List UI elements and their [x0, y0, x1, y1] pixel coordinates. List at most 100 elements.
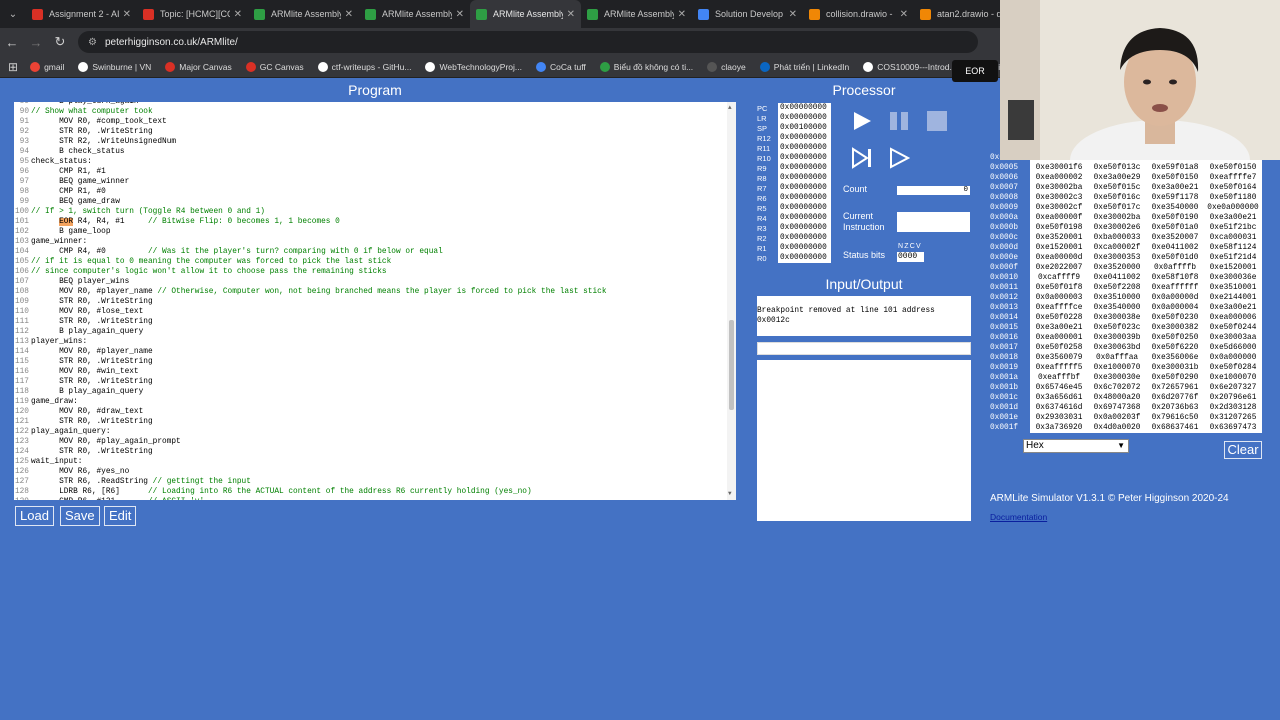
memory-cell[interactable]: 0xeaffffce — [1030, 303, 1088, 313]
memory-cell[interactable]: 0xe30002c3 — [1030, 193, 1088, 203]
memory-cell[interactable]: 0x2d303128 — [1204, 403, 1262, 413]
memory-cell[interactable]: 0xe50f0244 — [1204, 323, 1262, 333]
code-line[interactable]: 124 STR R0, .WriteString — [14, 447, 736, 457]
memory-cell[interactable]: 0x3a656d61 — [1030, 393, 1088, 403]
code-line[interactable]: 96 CMP R1, #1 — [14, 167, 736, 177]
memory-cell[interactable]: 0x68637461 — [1146, 423, 1204, 433]
apps-grid-icon[interactable]: ⊞ — [8, 60, 18, 74]
memory-cell[interactable]: 0xe3510000 — [1088, 293, 1146, 303]
memory-cell[interactable]: 0xe51f21bc — [1204, 223, 1262, 233]
memory-cell[interactable]: 0x20796e61 — [1204, 393, 1262, 403]
pause-icon[interactable] — [888, 110, 910, 132]
memory-cell[interactable]: 0xe300030e — [1088, 373, 1146, 383]
memory-cell[interactable]: 0xe3520007 — [1146, 233, 1204, 243]
line-number[interactable]: 106 — [14, 267, 31, 277]
memory-cell[interactable]: 0xe356006e — [1146, 353, 1204, 363]
code-line[interactable]: 118 B play_again_query — [14, 387, 736, 397]
stop-icon[interactable] — [926, 110, 948, 132]
line-number[interactable]: 122 — [14, 427, 31, 437]
memory-cell[interactable]: 0x4d0a0020 — [1088, 423, 1146, 433]
code-line[interactable]: 90// Show what computer took — [14, 107, 736, 117]
memory-cell[interactable]: 0xe1000070 — [1204, 373, 1262, 383]
code-line[interactable]: 105// if it is equal to 0 meaning the co… — [14, 257, 736, 267]
memory-cell[interactable]: 0xe3000382 — [1146, 323, 1204, 333]
line-number[interactable]: 123 — [14, 437, 31, 447]
memory-cell[interactable]: 0xe30001f6 — [1030, 163, 1088, 173]
code-line[interactable]: 113 player_wins: — [14, 337, 736, 347]
close-tab-icon[interactable]: ✕ — [123, 9, 131, 20]
line-number[interactable]: 107 — [14, 277, 31, 287]
code-line[interactable]: 107 BEQ player_wins — [14, 277, 736, 287]
line-number[interactable]: 126 — [14, 467, 31, 477]
close-tab-icon[interactable]: ✕ — [900, 9, 908, 20]
site-info-icon[interactable]: ⚙ — [88, 37, 97, 48]
memory-cell[interactable]: 0x0a000003 — [1030, 293, 1088, 303]
memory-cell[interactable]: 0xe30002ba — [1088, 213, 1146, 223]
code-line[interactable]: 92 STR R0, .WriteString — [14, 127, 736, 137]
memory-cell[interactable]: 0xe58f10f8 — [1146, 273, 1204, 283]
bookmark-item[interactable]: claoye — [707, 61, 746, 72]
memory-cell[interactable]: 0xe50f01f8 — [1030, 283, 1088, 293]
memory-cell[interactable]: 0x79616c50 — [1146, 413, 1204, 423]
code-line[interactable]: 94 B check_status — [14, 147, 736, 157]
close-tab-icon[interactable]: ✕ — [678, 9, 686, 20]
memory-cell[interactable]: 0xe50f0284 — [1204, 363, 1262, 373]
memory-cell[interactable]: 0xe30003aa — [1204, 333, 1262, 343]
line-number[interactable]: 111 — [14, 317, 31, 327]
save-button[interactable]: Save — [60, 506, 100, 526]
memory-cell[interactable]: 0xe50f0258 — [1030, 343, 1088, 353]
browser-tab[interactable]: ARMlite Assembly ✕ — [359, 0, 470, 28]
memory-cell[interactable]: 0x6374616d — [1030, 403, 1088, 413]
code-line[interactable]: 122 play_again_query: — [14, 427, 736, 437]
code-line[interactable]: 103 game_winner: — [14, 237, 736, 247]
memory-cell[interactable]: 0xba000033 — [1088, 233, 1146, 243]
memory-cell[interactable]: 0x63697473 — [1204, 423, 1262, 433]
memory-cell[interactable]: 0x20736b63 — [1146, 403, 1204, 413]
memory-cell[interactable]: 0x3a736920 — [1030, 423, 1088, 433]
memory-cell[interactable]: 0xe50f0150 — [1146, 173, 1204, 183]
memory-cell[interactable]: 0xe3a00e21 — [1030, 323, 1088, 333]
line-number[interactable]: 98 — [14, 187, 31, 197]
code-line[interactable]: 128 LDRB R6, [R6] // Loading into R6 the… — [14, 487, 736, 497]
memory-cell[interactable]: 0xe300038e — [1088, 313, 1146, 323]
line-number[interactable]: 99 — [14, 197, 31, 207]
code-line[interactable]: 104 CMP R4, #0 // Was it the player's tu… — [14, 247, 736, 257]
browser-tab[interactable]: collision.drawio - ✕ — [803, 0, 914, 28]
line-number[interactable]: 92 — [14, 127, 31, 137]
line-number[interactable]: 121 — [14, 417, 31, 427]
bookmark-item[interactable]: Major Canvas — [165, 61, 232, 72]
code-line[interactable]: 101 EOR R4, R4, #1 // Bitwise Flip: 0 be… — [14, 217, 736, 227]
line-number[interactable]: 94 — [14, 147, 31, 157]
memory-cell[interactable]: 0xe50f0164 — [1204, 183, 1262, 193]
line-number[interactable]: 105 — [14, 257, 31, 267]
code-line[interactable]: 106// since computer's logic won't allow… — [14, 267, 736, 277]
memory-cell[interactable]: 0xca000031 — [1204, 233, 1262, 243]
scroll-down-icon[interactable]: ▼ — [728, 489, 732, 499]
memory-cell[interactable]: 0xeafffff5 — [1030, 363, 1088, 373]
memory-cell[interactable]: 0xe50f013c — [1088, 163, 1146, 173]
bookmark-item[interactable]: Biểu đồ không có ti... — [599, 61, 693, 72]
memory-cell[interactable]: 0xe3520001 — [1030, 233, 1088, 243]
memory-cell[interactable]: 0x0a00203f — [1088, 413, 1146, 423]
scroll-thumb[interactable] — [729, 320, 734, 410]
close-tab-icon[interactable]: ✕ — [567, 9, 575, 20]
code-line[interactable]: 116 MOV R0, #win_text — [14, 367, 736, 377]
memory-cell[interactable]: 0xe2144001 — [1204, 293, 1262, 303]
code-line[interactable]: 98 CMP R1, #0 — [14, 187, 736, 197]
load-button[interactable]: Load — [15, 506, 54, 526]
memory-cell[interactable]: 0x29303031 — [1030, 413, 1088, 423]
memory-cell[interactable]: 0xe50f2208 — [1088, 283, 1146, 293]
memory-cell[interactable]: 0xeaffffe7 — [1204, 173, 1262, 183]
memory-cell[interactable]: 0xe58f1124 — [1204, 243, 1262, 253]
close-tab-icon[interactable]: ✕ — [789, 9, 797, 20]
line-number[interactable]: 116 — [14, 367, 31, 377]
memory-cell[interactable]: 0xe50f6220 — [1146, 343, 1204, 353]
code-line[interactable]: 119 game_draw: — [14, 397, 736, 407]
code-line[interactable]: 127 STR R6, .ReadString // gettingt the … — [14, 477, 736, 487]
memory-cell[interactable]: 0xe50f0150 — [1204, 163, 1262, 173]
code-scrollbar[interactable]: ▲ ▼ — [727, 102, 736, 500]
code-line[interactable]: 115 STR R0, .WriteString — [14, 357, 736, 367]
code-line[interactable]: 117 STR R0, .WriteString — [14, 377, 736, 387]
line-number[interactable]: 118 — [14, 387, 31, 397]
code-line[interactable]: 97 BEQ game_winner — [14, 177, 736, 187]
